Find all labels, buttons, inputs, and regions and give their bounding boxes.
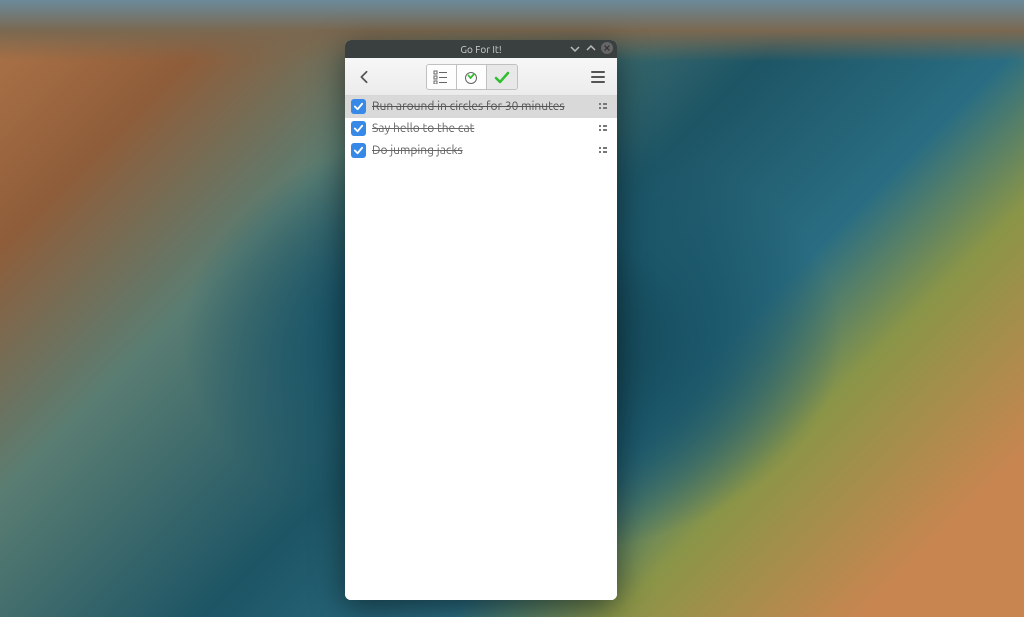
- menu-button[interactable]: [585, 64, 611, 90]
- done-list: Run around in circles for 30 minutes Say…: [345, 96, 617, 600]
- drag-handle-icon[interactable]: [599, 124, 611, 134]
- task-label: Say hello to the cat: [372, 122, 593, 135]
- back-button[interactable]: [351, 64, 377, 90]
- task-label: Do jumping jacks: [372, 144, 593, 157]
- view-switcher: [426, 64, 518, 90]
- todo-tab[interactable]: [427, 65, 457, 89]
- app-window: Go For It!: [345, 40, 617, 600]
- drag-handle-icon[interactable]: [599, 146, 611, 156]
- window-title: Go For It!: [460, 44, 501, 55]
- task-label: Run around in circles for 30 minutes: [372, 100, 593, 113]
- task-row[interactable]: Run around in circles for 30 minutes: [345, 96, 617, 118]
- window-controls: [569, 42, 613, 54]
- close-icon[interactable]: [601, 42, 613, 54]
- timer-tab[interactable]: [457, 65, 487, 89]
- task-row[interactable]: Do jumping jacks: [345, 140, 617, 162]
- drag-handle-icon[interactable]: [599, 102, 611, 112]
- minimize-icon[interactable]: [569, 42, 581, 54]
- checkbox-icon[interactable]: [351, 143, 366, 158]
- toolbar: [345, 58, 617, 96]
- titlebar[interactable]: Go For It!: [345, 40, 617, 58]
- checkbox-icon[interactable]: [351, 121, 366, 136]
- checkbox-icon[interactable]: [351, 99, 366, 114]
- task-row[interactable]: Say hello to the cat: [345, 118, 617, 140]
- maximize-icon[interactable]: [585, 42, 597, 54]
- done-tab[interactable]: [487, 65, 517, 89]
